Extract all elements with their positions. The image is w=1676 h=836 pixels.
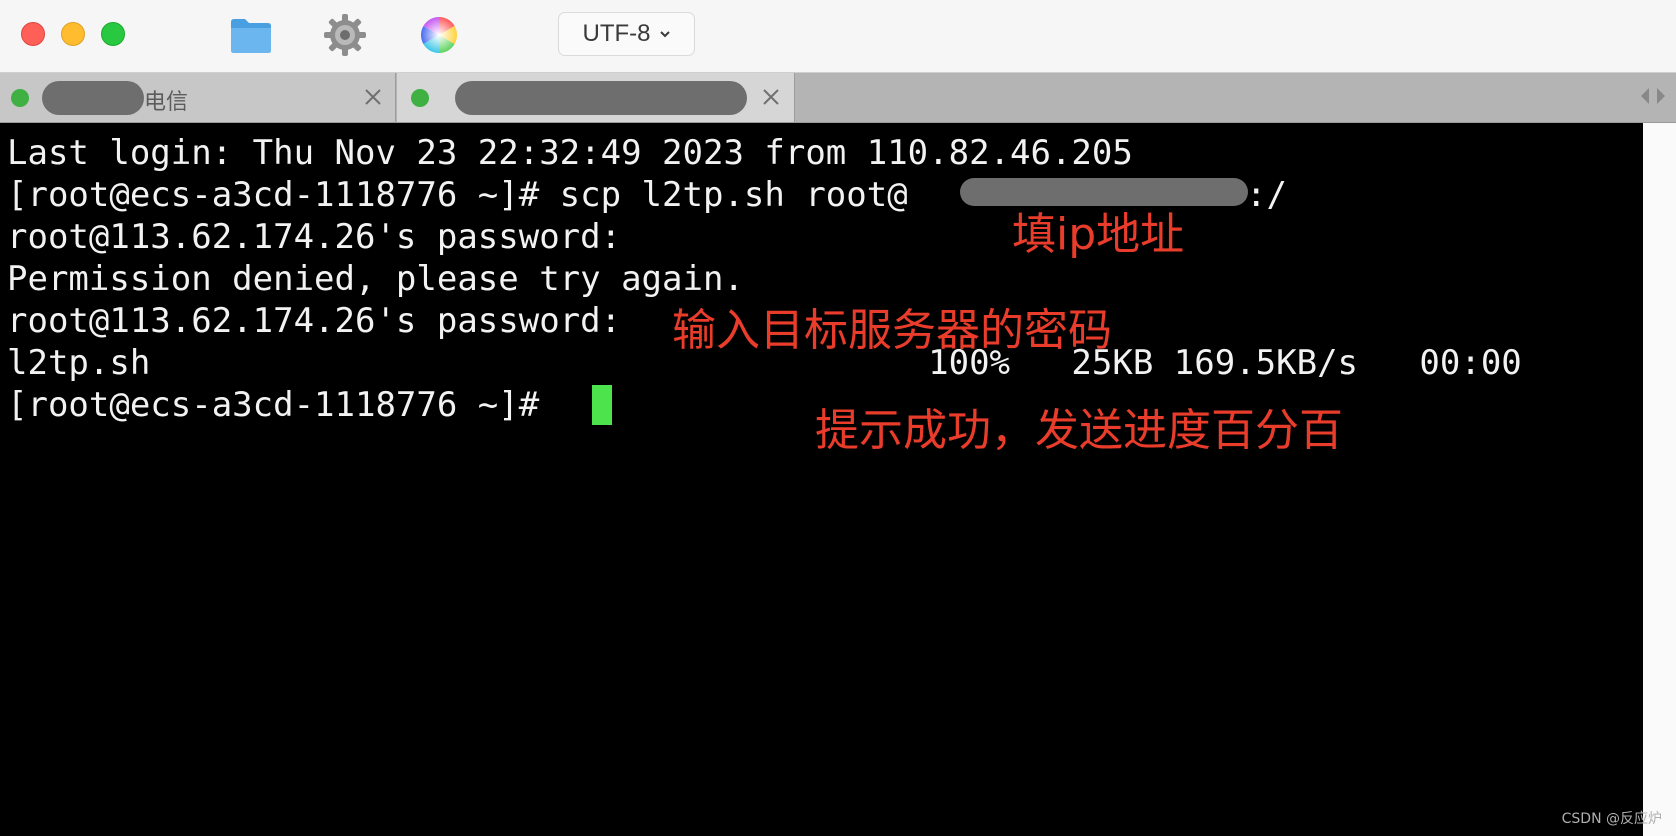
terminal-prompt: [root@ecs-a3cd-1118776 ~]# bbox=[7, 385, 560, 425]
encoding-select[interactable]: UTF-8 bbox=[558, 12, 695, 56]
minimize-window-button[interactable] bbox=[61, 22, 85, 46]
annotation-fill-ip: 填ip地址 bbox=[1012, 209, 1185, 260]
redacted-host bbox=[455, 81, 747, 115]
watermark: CSDN @反应炉 bbox=[1561, 811, 1662, 827]
tab-scroll-arrows bbox=[1640, 87, 1666, 105]
tab-telecom[interactable]: 电信 bbox=[0, 73, 396, 122]
tab-bar: 电信 bbox=[0, 73, 1676, 123]
terminal-line: Last login: Thu Nov 23 22:32:49 2023 fro… bbox=[7, 133, 1133, 173]
zoom-window-button[interactable] bbox=[101, 22, 125, 46]
terminal-cursor bbox=[592, 385, 612, 425]
redacted-host bbox=[42, 81, 144, 115]
terminal-line: root@113.62.174.26's password: bbox=[7, 217, 622, 257]
scrollbar[interactable] bbox=[1643, 123, 1676, 836]
encoding-label: UTF-8 bbox=[582, 20, 651, 47]
color-wheel-icon[interactable] bbox=[416, 14, 462, 56]
connection-status-icon bbox=[411, 89, 429, 107]
gear-icon[interactable] bbox=[322, 14, 368, 56]
terminal-line-suffix: :/ bbox=[1246, 175, 1287, 215]
chevron-down-icon bbox=[659, 31, 670, 38]
window-toolbar: UTF-8 bbox=[0, 0, 1676, 73]
close-window-button[interactable] bbox=[21, 22, 45, 46]
folder-icon[interactable] bbox=[228, 14, 274, 56]
terminal-line: [root@ecs-a3cd-1118776 ~]# scp l2tp.sh r… bbox=[7, 175, 908, 215]
close-tab-icon[interactable] bbox=[362, 86, 384, 108]
connection-status-icon bbox=[11, 89, 29, 107]
terminal-line: Permission denied, please try again. bbox=[7, 259, 744, 299]
close-tab-icon[interactable] bbox=[760, 86, 782, 108]
annotation-success: 提示成功，发送进度百分百 bbox=[815, 405, 1343, 456]
annotation-enter-password: 输入目标服务器的密码 bbox=[672, 305, 1112, 356]
tab-active-session[interactable] bbox=[397, 73, 795, 122]
chevron-left-icon[interactable] bbox=[1640, 87, 1650, 105]
chevron-right-icon[interactable] bbox=[1656, 87, 1666, 105]
tab-label: 电信 bbox=[144, 89, 189, 114]
terminal-line: root@113.62.174.26's password: bbox=[7, 301, 622, 341]
